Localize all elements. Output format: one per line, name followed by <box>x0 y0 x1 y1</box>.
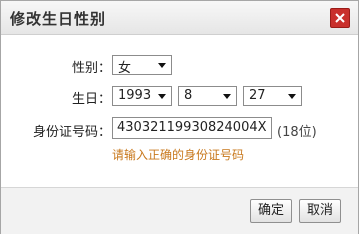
birth-year-value: 1993 <box>118 88 152 103</box>
chevron-down-icon <box>223 94 231 99</box>
id-card-input[interactable]: 43032119930824004X <box>112 117 272 139</box>
edit-birthday-gender-dialog: 修改生日性别 性别： 女 生日： 1993 8 27 身份证号码： 430321… <box>0 0 359 234</box>
id-card-value: 43032119930824004X <box>117 120 267 135</box>
dialog-footer: 确定 取消 <box>1 187 358 234</box>
birth-year-select[interactable]: 1993 <box>112 86 172 106</box>
gender-value: 女 <box>118 61 132 76</box>
gender-select[interactable]: 女 <box>112 55 172 76</box>
dialog-title: 修改生日性别 <box>10 10 107 28</box>
dialog-titlebar: 修改生日性别 <box>1 1 358 35</box>
id-length-hint: (18位) <box>277 125 317 140</box>
chevron-down-icon <box>158 94 166 99</box>
id-card-label: 身份证号码： <box>32 125 111 140</box>
cancel-button[interactable]: 取消 <box>299 199 341 223</box>
gender-label: 性别： <box>71 61 111 76</box>
birth-month-select[interactable]: 8 <box>178 86 237 106</box>
birth-day-select[interactable]: 27 <box>243 86 302 106</box>
chevron-down-icon <box>288 94 296 99</box>
confirm-button[interactable]: 确定 <box>250 199 292 223</box>
birthday-label: 生日： <box>71 92 111 107</box>
close-icon <box>335 13 345 23</box>
id-card-error-message: 请输入正确的身份证号码 <box>112 148 245 162</box>
chevron-down-icon <box>158 63 166 68</box>
birth-day-value: 27 <box>249 88 266 103</box>
birth-month-value: 8 <box>184 88 193 103</box>
close-button[interactable] <box>330 8 350 28</box>
